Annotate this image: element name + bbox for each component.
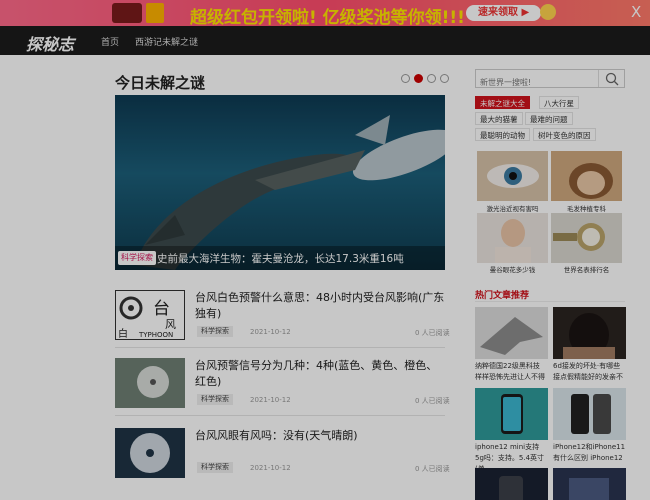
article-tag[interactable]: 科学探索	[197, 326, 233, 337]
hero-title[interactable]: 史前最大海洋生物：霍夫曼沧龙，长达17.3米重16吨	[157, 251, 404, 266]
tag-biggest[interactable]: 最大的猫薯	[475, 112, 523, 125]
gallery-label[interactable]: 激光治近视有害吗	[477, 203, 548, 213]
tag-smartest-animal[interactable]: 最聪明的动物	[475, 128, 530, 141]
iphone-compare-image	[571, 394, 611, 434]
hot-item-title[interactable]: 纳粹德国22级黑科技 样样恐怖先进让人不得	[475, 361, 548, 383]
phone-image	[499, 476, 523, 500]
promo-text: 超级红包开领啦! 亿级奖池等你领!!!	[190, 8, 465, 26]
hot-item-thumbnail[interactable]	[475, 388, 548, 440]
section-title: 今日未解之谜	[115, 74, 206, 92]
hot-item-thumbnail[interactable]	[553, 468, 626, 500]
tag-hardest-question[interactable]: 最难的问题	[525, 112, 573, 125]
chip-image	[569, 478, 609, 500]
article-item[interactable]: 台 风 白 TYPHOON 台风白色预警什么意思：48小时内受台风影响(广东独有…	[115, 290, 450, 352]
hero-category-tag[interactable]: 科学探索	[118, 251, 156, 265]
thumb-en: TYPHOON	[138, 331, 173, 339]
thumb-cn3: 白	[118, 327, 128, 340]
eye-image	[487, 164, 539, 188]
promo-claim-button[interactable]: 速来领取 ▶	[466, 5, 542, 21]
thumb-cn1: 台	[153, 299, 170, 319]
hair-back-image	[563, 313, 615, 359]
aircraft-image	[480, 317, 543, 355]
hot-item-thumbnail[interactable]	[553, 307, 626, 359]
article-title[interactable]: 台风风眼有风吗：没有(天气晴朗)	[195, 428, 445, 444]
hot-item-title[interactable]: 6d接发的坏处·有哪些接点假精能好的发亲不	[553, 361, 626, 383]
gallery-item-watch[interactable]	[551, 213, 622, 263]
typhoon-sign-image: 台 风 白 TYPHOON	[115, 290, 185, 340]
hot-item-thumbnail[interactable]	[553, 388, 626, 440]
article-reads: 0 人已阅读	[415, 397, 450, 405]
carousel-dot-active[interactable]	[414, 74, 423, 83]
gallery-label[interactable]: 曼谷眼花多少钱	[477, 264, 548, 274]
hero-caption: 科学探索 史前最大海洋生物：霍夫曼沧龙，长达17.3米重16吨	[115, 246, 445, 270]
tag-leaf-color[interactable]: 树叶变色的原因	[533, 128, 596, 141]
article-reads: 0 人已阅读	[415, 329, 450, 337]
search-input[interactable]	[476, 74, 594, 91]
search-icon	[605, 72, 619, 86]
article-title[interactable]: 台风白色预警什么意思：48小时内受台风影响(广东独有)	[195, 290, 445, 322]
carousel-dot[interactable]	[401, 74, 410, 83]
iphone-mini-image	[501, 394, 523, 434]
hot-item-thumbnail[interactable]	[475, 468, 548, 500]
article-date: 2021-10-12	[250, 396, 291, 404]
top-navbar: 探秘志 首页 西游记未解之谜	[0, 26, 650, 55]
promo-logo	[112, 3, 142, 23]
tag-eight-planets[interactable]: 八大行星	[539, 96, 579, 109]
thumb-cn2: 风	[165, 318, 176, 331]
divider	[115, 347, 445, 348]
article-date: 2021-10-12	[250, 464, 291, 472]
gallery-item-hair[interactable]	[551, 151, 622, 201]
hero-slide[interactable]: 科学探索 史前最大海洋生物：霍夫曼沧龙，长达17.3米重16吨	[115, 95, 445, 270]
tag-unsolved-mysteries[interactable]: 未解之谜大全	[475, 96, 530, 109]
search-box	[475, 69, 625, 91]
search-button[interactable]	[598, 70, 624, 87]
coin-icon	[540, 4, 556, 20]
red-packet-icon	[146, 3, 164, 23]
close-icon[interactable]: X	[631, 3, 641, 21]
carousel-dots	[401, 74, 449, 83]
divider	[475, 301, 625, 302]
hot-item-thumbnail[interactable]	[475, 307, 548, 359]
woman-portrait-image	[495, 219, 531, 263]
carousel-dot[interactable]	[427, 74, 436, 83]
nav-item-home[interactable]: 首页	[101, 35, 119, 48]
article-title[interactable]: 台风预警信号分为几种：4种(蓝色、黄色、橙色、红色)	[195, 358, 445, 390]
article-reads: 0 人已阅读	[415, 465, 450, 473]
article-item[interactable]: 台风风眼有风吗：没有(天气晴朗) 科学探索 2021-10-12 0 人已阅读	[115, 428, 450, 490]
typhoon-eye-image	[115, 428, 185, 478]
storm-satellite-image	[115, 358, 185, 408]
article-item[interactable]: 台风预警信号分为几种：4种(蓝色、黄色、橙色、红色) 科学探索 2021-10-…	[115, 358, 450, 420]
article-tag[interactable]: 科学探索	[197, 462, 233, 473]
article-tag[interactable]: 科学探索	[197, 394, 233, 405]
hot-item-title[interactable]: iPhone12和iPhone11有什么区别 iPhone12	[553, 442, 626, 464]
article-date: 2021-10-12	[250, 328, 291, 336]
hair-image	[569, 163, 613, 199]
article-thumbnail[interactable]	[115, 428, 185, 478]
carousel-dot[interactable]	[440, 74, 449, 83]
watch-image	[553, 223, 605, 251]
hot-articles-title: 热门文章推荐	[475, 291, 530, 301]
divider	[115, 415, 445, 416]
promo-banner[interactable]: 超级红包开领啦! 亿级奖池等你领!!! 速来领取 ▶ X	[0, 0, 650, 26]
site-logo[interactable]: 探秘志	[26, 31, 74, 55]
gallery-item-eyelid[interactable]	[477, 213, 548, 263]
gallery-item-eye[interactable]	[477, 151, 548, 201]
gallery-label[interactable]: 世界名表排行名	[551, 264, 622, 274]
article-thumbnail[interactable]: 台 风 白 TYPHOON	[115, 290, 185, 340]
article-thumbnail[interactable]	[115, 358, 185, 408]
gallery-label[interactable]: 毛发种植专科	[551, 203, 622, 213]
nav-item-xiyouji[interactable]: 西游记未解之谜	[135, 35, 198, 48]
hero-image	[135, 115, 445, 270]
